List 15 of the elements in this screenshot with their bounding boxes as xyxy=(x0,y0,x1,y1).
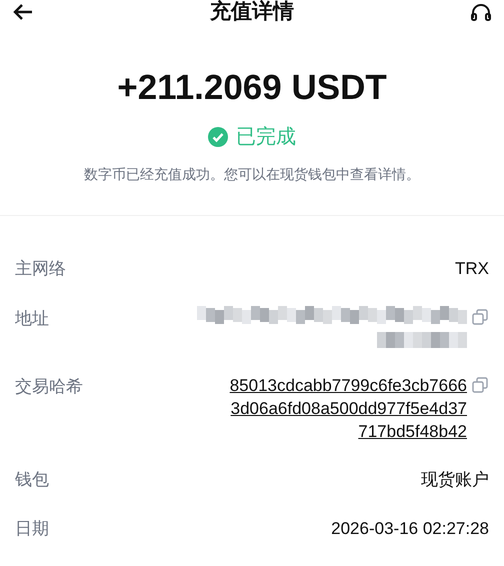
deposit-amount: +211.2069 USDT xyxy=(117,68,387,108)
detail-value: 2026-03-16 02:27:28 xyxy=(331,518,489,540)
detail-label: 交易哈希 xyxy=(15,376,83,398)
detail-value: TRX xyxy=(455,258,489,280)
detail-label: 日期 xyxy=(15,518,49,540)
status-label: 已完成 xyxy=(236,125,296,150)
transaction-hash-link[interactable]: 85013cdcabb7799c6fe3cb7666 3d06a6fd08a500dd977f5e4d37 717bd5f48b42 xyxy=(230,374,467,442)
status-message: 数字币已经充值成功。您可以在现货钱包中查看详情。 xyxy=(84,165,420,184)
back-arrow-icon[interactable] xyxy=(12,3,34,21)
detail-value: 现货账户 xyxy=(421,468,489,490)
page-title: 充值详情 xyxy=(210,0,294,26)
detail-label: 主网络 xyxy=(15,258,66,280)
detail-label: 钱包 xyxy=(15,468,49,490)
detail-label: 地址 xyxy=(15,308,49,330)
headset-icon[interactable] xyxy=(470,2,492,22)
